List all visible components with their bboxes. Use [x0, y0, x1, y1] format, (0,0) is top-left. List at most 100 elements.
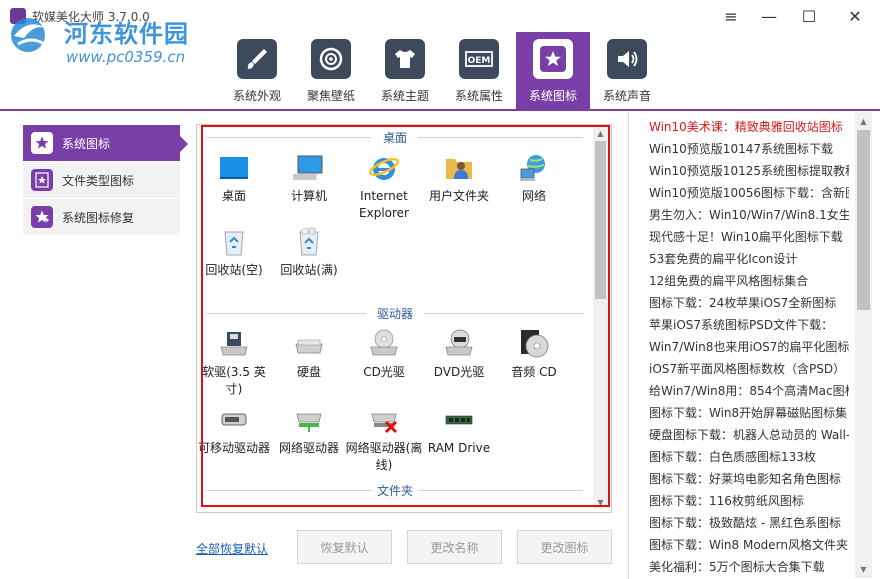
- icon-item-floppy[interactable]: 软驱(3.5 英寸): [195, 328, 273, 398]
- menu-button[interactable]: ≡: [712, 0, 750, 32]
- hard-disk-icon: [293, 328, 325, 360]
- tab-system-icons[interactable]: 系统图标: [516, 32, 590, 109]
- section-title: 桌面: [382, 131, 407, 145]
- icon-item-label: Internet Explorer: [359, 189, 409, 220]
- sidebar-item-system-icons[interactable]: 系统图标: [23, 125, 188, 162]
- icon-item-label: 回收站(空): [205, 263, 263, 277]
- news-item[interactable]: 给Win7/Win8用：854个高清Mac图标: [649, 380, 849, 402]
- scroll-thumb[interactable]: [595, 141, 606, 299]
- network-icon: [518, 152, 550, 184]
- lens-icon: [311, 39, 351, 79]
- icon-item-label: RAM Drive: [427, 441, 491, 455]
- restore-default-button[interactable]: 恢复默认: [297, 530, 392, 564]
- desktop-icon: [218, 152, 250, 184]
- news-item[interactable]: 图标下载：116枚剪纸风图标: [649, 490, 849, 512]
- icon-item-hard-disk[interactable]: 硬盘: [270, 328, 348, 381]
- computer-icon: [293, 152, 325, 184]
- icon-item-recycle-full[interactable]: 回收站(满): [270, 226, 348, 279]
- sidebar: 系统图标 文件类型图标 系统图标修复: [23, 125, 188, 236]
- sidebar-item-label: 文件类型图标: [62, 173, 135, 188]
- icon-item-network-drive[interactable]: 网络驱动器: [270, 404, 348, 457]
- restore-all-link[interactable]: 全部恢复默认: [196, 540, 268, 557]
- scroll-down-arrow-icon[interactable]: ▼: [855, 562, 872, 576]
- app-logo-icon: [10, 8, 26, 24]
- watermark-url: www.pc0359.cn: [66, 48, 186, 66]
- news-item[interactable]: Win7/Win8也来用iOS7的扁平化图标: [649, 336, 849, 358]
- news-item[interactable]: 图标下载：Win8开始屏幕磁贴图标集: [649, 402, 849, 424]
- section-header-desktop: 桌面: [206, 130, 584, 145]
- tab-system-appearance[interactable]: 系统外观: [220, 32, 294, 109]
- top-nav: 系统外观 聚焦壁纸 系统主题 OEM 系统属性 系统图标 系统声音: [220, 32, 664, 109]
- scroll-up-arrow-icon[interactable]: ▲: [593, 126, 608, 140]
- nav-underline: [0, 109, 880, 111]
- sidebar-item-file-type-icons[interactable]: 文件类型图标: [23, 162, 180, 199]
- maximize-button[interactable]: ☐: [790, 0, 828, 32]
- tab-system-theme[interactable]: 系统主题: [368, 32, 442, 109]
- icon-item-label: CD光驱: [363, 365, 405, 379]
- icon-item-user-folder[interactable]: 用户文件夹: [420, 152, 498, 205]
- icon-item-label: DVD光驱: [433, 365, 485, 379]
- news-item[interactable]: 53套免费的扁平化Icon设计: [649, 248, 849, 270]
- star-icon: [533, 39, 573, 79]
- repair-star-icon: [31, 206, 53, 228]
- rename-button[interactable]: 更改名称: [407, 530, 502, 564]
- icon-item-removable[interactable]: 可移动驱动器: [195, 404, 273, 457]
- change-icon-button[interactable]: 更改图标: [517, 530, 612, 564]
- sidebar-item-icon-repair[interactable]: 系统图标修复: [23, 199, 180, 236]
- news-item[interactable]: Win10预览版10056图标下载：含新图标: [649, 182, 849, 204]
- tab-label: 系统图标: [528, 89, 577, 103]
- news-item[interactable]: iOS7新平面风格图标数枚（含PSD）: [649, 358, 849, 380]
- news-item[interactable]: 图标下载：极致酷炫 - 黑红色系图标: [649, 512, 849, 534]
- news-item[interactable]: 男生勿入：Win10/Win7/Win8.1女生专属: [649, 204, 849, 226]
- icon-list-scrollbar[interactable]: ▲ ▼: [593, 126, 608, 509]
- sidebar-item-label: 系统图标: [62, 136, 111, 151]
- news-item[interactable]: 图标下载：白色质感图标133枚: [649, 446, 849, 468]
- icon-item-recycle-empty[interactable]: 回收站(空): [195, 226, 273, 279]
- tab-label: 系统外观: [232, 89, 281, 103]
- icon-item-computer[interactable]: 计算机: [270, 152, 348, 205]
- news-item[interactable]: 图标下载：Win8 Modern风格文件夹图标: [649, 534, 849, 556]
- scroll-down-arrow-icon[interactable]: ▼: [593, 495, 608, 509]
- ram-drive-icon: [443, 404, 475, 436]
- news-item[interactable]: 现代感十足！Win10扁平化图标下载: [649, 226, 849, 248]
- news-list: Win10美术课：精致典雅回收站图标 Win10预览版10147系统图标下载 W…: [649, 116, 849, 578]
- news-item[interactable]: 12组免费的扁平风格图标集合: [649, 270, 849, 292]
- news-scrollbar[interactable]: ▲ ▼: [855, 112, 872, 578]
- icon-item-internet-explorer[interactable]: Internet Explorer: [345, 152, 423, 222]
- close-button[interactable]: ✕: [836, 0, 874, 32]
- tab-focus-wallpaper[interactable]: 聚焦壁纸: [294, 32, 368, 109]
- icon-item-audio-cd[interactable]: 音频 CD: [495, 328, 573, 381]
- minimize-button[interactable]: —: [750, 0, 788, 32]
- news-item[interactable]: Win10美术课：精致典雅回收站图标: [649, 116, 849, 138]
- news-item[interactable]: 图标下载：好莱坞电影知名角色图标: [649, 468, 849, 490]
- icon-item-label: 回收站(满): [280, 263, 338, 277]
- network-drive-offline-icon: [368, 404, 400, 436]
- tab-system-properties[interactable]: OEM 系统属性: [442, 32, 516, 109]
- news-item[interactable]: 美化福利：5万个图标大合集下载: [649, 556, 849, 578]
- icon-item-ram-drive[interactable]: RAM Drive: [420, 404, 498, 457]
- icon-item-network-drive-offline[interactable]: 网络驱动器(离线): [345, 404, 423, 474]
- icon-item-network[interactable]: 网络: [495, 152, 573, 205]
- recycle-bin-empty-icon: [218, 226, 250, 258]
- icon-item-cd-drive[interactable]: CD光驱: [345, 328, 423, 381]
- tab-system-sounds[interactable]: 系统声音: [590, 32, 664, 109]
- icon-item-desktop[interactable]: 桌面: [195, 152, 273, 205]
- scroll-up-arrow-icon[interactable]: ▲: [855, 114, 872, 128]
- user-folder-icon: [443, 152, 475, 184]
- news-item[interactable]: Win10预览版10147系统图标下载: [649, 138, 849, 160]
- tab-label: 聚焦壁纸: [306, 89, 355, 103]
- icon-item-label: 可移动驱动器: [197, 441, 270, 455]
- icon-item-label: 桌面: [221, 189, 246, 203]
- news-item[interactable]: 图标下载：24枚苹果iOS7全新图标: [649, 292, 849, 314]
- section-header-drives: 驱动器: [206, 306, 584, 321]
- scroll-thumb[interactable]: [857, 130, 870, 310]
- news-item[interactable]: 硬盘图标下载：机器人总动员的 Wall-E: [649, 424, 849, 446]
- news-item[interactable]: 苹果iOS7系统图标PSD文件下载：: [649, 314, 849, 336]
- brush-icon: [237, 39, 277, 79]
- network-drive-icon: [293, 404, 325, 436]
- icon-item-label: 硬盘: [296, 365, 321, 379]
- news-item[interactable]: Win10预览版10125系统图标提取教程: [649, 160, 849, 182]
- oem-icon-text: OEM: [468, 56, 491, 66]
- icon-item-label: 网络: [521, 189, 546, 203]
- icon-item-dvd-drive[interactable]: DVD光驱: [420, 328, 498, 381]
